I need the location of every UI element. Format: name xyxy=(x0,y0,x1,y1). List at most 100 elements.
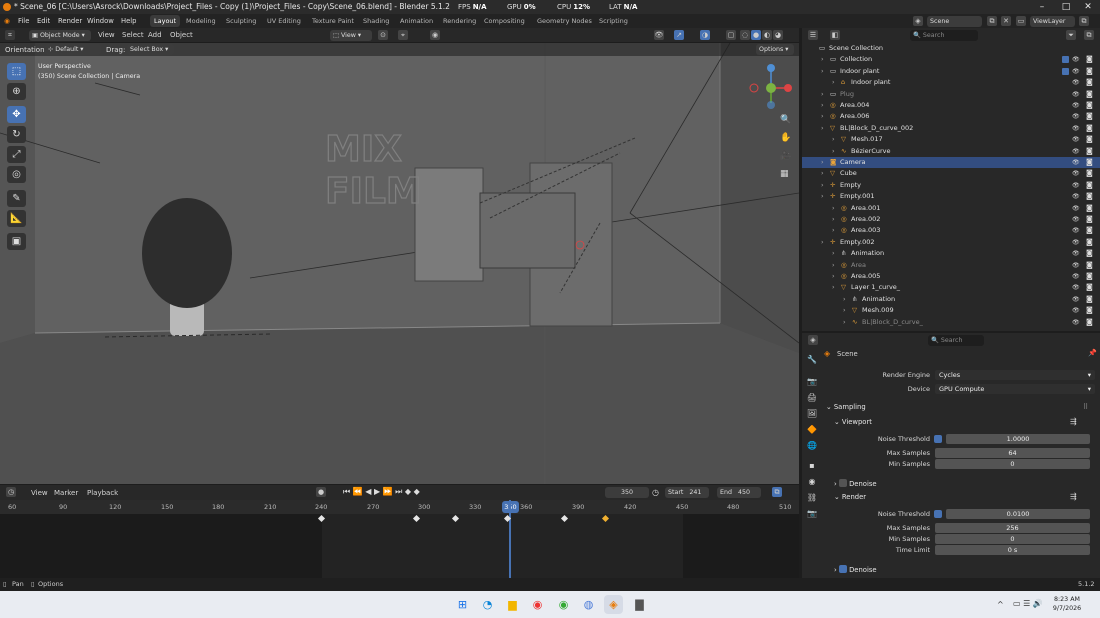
render-subpanel-header[interactable]: ⌄ Render xyxy=(834,493,866,501)
render-visibility-icon[interactable]: ◙ xyxy=(1086,134,1093,145)
expand-arrow-icon[interactable]: › xyxy=(821,157,824,168)
chrome-profile-icon[interactable]: ◉ xyxy=(554,595,573,614)
clock-date[interactable]: 9/7/2026 xyxy=(1047,605,1087,612)
outliner-row[interactable]: › ◎ Area.001 👁 ◙ xyxy=(802,203,1100,214)
end-frame-field[interactable]: End 450 xyxy=(717,487,761,498)
visibility-eye-icon[interactable]: 👁 xyxy=(1072,294,1080,305)
menu-add[interactable]: Add xyxy=(148,31,162,39)
keyframe-marker[interactable] xyxy=(451,514,460,523)
scene-tab-icon[interactable]: 🔶 xyxy=(805,423,819,437)
tray-chevron-icon[interactable]: ^ xyxy=(997,600,1004,609)
cursor-tool-icon[interactable]: ⊕ xyxy=(7,83,26,100)
record-icon[interactable]: ● xyxy=(316,487,326,497)
wireframe-shading-icon[interactable]: ◌ xyxy=(740,30,750,40)
device-dropdown[interactable]: GPU Compute ▾ xyxy=(935,384,1095,394)
menu-window[interactable]: Window xyxy=(87,14,114,28)
xray-icon[interactable]: ▢ xyxy=(726,30,736,40)
move-tool-icon[interactable]: ✥ xyxy=(7,106,26,123)
vp-noise-threshold-checkbox[interactable] xyxy=(934,435,942,443)
orientation-dropdown[interactable]: ⊹ Default ▾ xyxy=(45,44,101,55)
outliner-row[interactable]: › ∿ BézierCurve 👁 ◙ xyxy=(802,146,1100,157)
r-noise-threshold-field[interactable]: 0.0100 xyxy=(946,509,1090,519)
properties-editor[interactable]: ◈ 🔍 Search 🔧 📷 🖨 🖼 🔶 🌐 ▪ ◉ ⛓ 📷 ◈ Scene 📌… xyxy=(802,333,1100,578)
navigation-gizmo[interactable] xyxy=(746,63,796,113)
menu-view[interactable]: View xyxy=(98,31,115,39)
expand-arrow-icon[interactable]: › xyxy=(832,77,835,88)
sampling-panel-header[interactable]: ⌄ Sampling xyxy=(826,403,866,411)
new-scene-icon[interactable]: ⧉ xyxy=(987,16,997,26)
outliner-row[interactable]: › ◎ Area.005 👁 ◙ xyxy=(802,271,1100,282)
minimize-icon[interactable]: – xyxy=(1030,0,1054,14)
playhead-line[interactable] xyxy=(509,500,511,578)
outliner-editor-type-icon[interactable]: ☰ xyxy=(808,30,818,40)
outliner-row[interactable]: › ∿ BL|Block_D_curve_ 👁 ◙ xyxy=(802,317,1100,328)
visibility-eye-icon[interactable]: 👁 xyxy=(1072,260,1080,271)
tab-compositing[interactable]: Compositing xyxy=(480,15,529,27)
outliner-row[interactable]: › ✛ Empty.001 👁 ◙ xyxy=(802,191,1100,202)
preset-icon[interactable]: ⇶ xyxy=(1070,417,1077,426)
options-dropdown[interactable]: Options ▾ xyxy=(756,44,794,55)
visibility-eye-icon[interactable]: 👁 xyxy=(1072,146,1080,157)
proportional-edit-icon[interactable]: ◉ xyxy=(430,30,440,40)
display-mode-icon[interactable]: ◧ xyxy=(830,30,840,40)
expand-arrow-icon[interactable]: › xyxy=(821,66,824,77)
annotate-tool-icon[interactable]: ✎ xyxy=(7,190,26,207)
visibility-eye-icon[interactable]: 👁 xyxy=(1072,317,1080,328)
physics-tab-icon[interactable]: ◉ xyxy=(805,475,819,489)
render-visibility-icon[interactable]: ◙ xyxy=(1086,123,1093,134)
clock-time[interactable]: 8:23 AM xyxy=(1049,596,1085,603)
blender-taskbar-icon[interactable]: ◈ xyxy=(604,595,623,614)
solid-shading-icon[interactable]: ● xyxy=(751,30,761,40)
outliner-row[interactable]: › ▽ Mesh.009 👁 ◙ xyxy=(802,305,1100,316)
outliner-row[interactable]: › ◎ Area 👁 ◙ xyxy=(802,260,1100,271)
expand-arrow-icon[interactable]: › xyxy=(832,203,835,214)
render-visibility-icon[interactable]: ◙ xyxy=(1086,203,1093,214)
expand-arrow-icon[interactable]: › xyxy=(821,111,824,122)
expand-arrow-icon[interactable]: › xyxy=(843,305,846,316)
pivot-icon[interactable]: ⊙ xyxy=(378,30,388,40)
vp-noise-threshold-field[interactable]: 1.0000 xyxy=(946,434,1090,444)
new-collection-icon[interactable]: ⧉ xyxy=(1084,30,1094,40)
app2-taskbar-icon[interactable]: ▇ xyxy=(630,595,649,614)
expand-arrow-icon[interactable]: › xyxy=(821,54,824,65)
vp-max-samples-field[interactable]: 64 xyxy=(935,448,1090,458)
render-visibility-icon[interactable]: ◙ xyxy=(1086,271,1093,282)
delete-scene-icon[interactable]: ✕ xyxy=(1001,16,1011,26)
visibility-eye-icon[interactable]: 👁 xyxy=(1072,100,1080,111)
timeline-editor-type-icon[interactable]: ◷ xyxy=(6,487,16,497)
timeline-menu-marker[interactable]: Marker xyxy=(54,489,78,497)
visibility-eye-icon[interactable]: 👁 xyxy=(1072,134,1080,145)
snap-icon[interactable]: ⌖ xyxy=(398,30,408,40)
camera-view-icon[interactable]: 🎥 xyxy=(780,151,791,161)
add-cube-tool-icon[interactable]: ▣ xyxy=(7,233,26,250)
outliner-row[interactable]: › ◙ Camera 👁 ◙ xyxy=(802,157,1100,169)
visibility-eye-icon[interactable]: 👁 xyxy=(1072,191,1080,202)
render-visibility-icon[interactable]: ◙ xyxy=(1086,294,1093,305)
expand-arrow-icon[interactable]: › xyxy=(832,282,835,293)
visibility-eye-icon[interactable]: 👁 xyxy=(1072,77,1080,88)
current-frame-field[interactable]: 350 xyxy=(605,487,649,498)
outliner-row[interactable]: › ▽ Mesh.017 👁 ◙ xyxy=(802,134,1100,145)
visibility-eye-icon[interactable]: 👁 xyxy=(1072,123,1080,134)
vp-min-samples-field[interactable]: 0 xyxy=(935,459,1090,469)
timeline-editor[interactable]: ◷ View Marker Playback ● ⏮ ⏪ ◀ ▶ ⏩ ⏭ ◆ ◆… xyxy=(0,485,799,578)
pan-hand-icon[interactable]: ✋ xyxy=(780,133,791,143)
expand-arrow-icon[interactable]: › xyxy=(832,225,835,236)
render-visibility-icon[interactable]: ◙ xyxy=(1086,225,1093,236)
render-visibility-icon[interactable]: ◙ xyxy=(1086,111,1093,122)
render-tab-icon[interactable]: 📷 xyxy=(805,375,819,389)
visibility-eye-icon[interactable]: 👁 xyxy=(1072,111,1080,122)
render-visibility-icon[interactable]: ◙ xyxy=(1086,89,1093,100)
outliner-row[interactable]: ▭ Scene Collection xyxy=(802,43,1100,54)
visibility-eye-icon[interactable]: 👁 xyxy=(1072,271,1080,282)
render-visibility-icon[interactable]: ◙ xyxy=(1086,214,1093,225)
tab-sculpting[interactable]: Sculpting xyxy=(222,15,260,27)
render-visibility-icon[interactable]: ◙ xyxy=(1086,100,1093,111)
app-icon[interactable]: ◍ xyxy=(579,595,598,614)
ortho-grid-icon[interactable]: ▦ xyxy=(780,169,789,179)
pin-icon[interactable]: 📌 xyxy=(1088,349,1097,357)
visibility-eye-icon[interactable]: 👁 xyxy=(1072,214,1080,225)
playback-controls[interactable]: ⏮ ⏪ ◀ ▶ ⏩ ⏭ ◆ ◆ xyxy=(343,487,420,497)
render-visibility-icon[interactable]: ◙ xyxy=(1086,317,1093,328)
outliner-search-input[interactable]: 🔍 Search xyxy=(910,30,978,41)
